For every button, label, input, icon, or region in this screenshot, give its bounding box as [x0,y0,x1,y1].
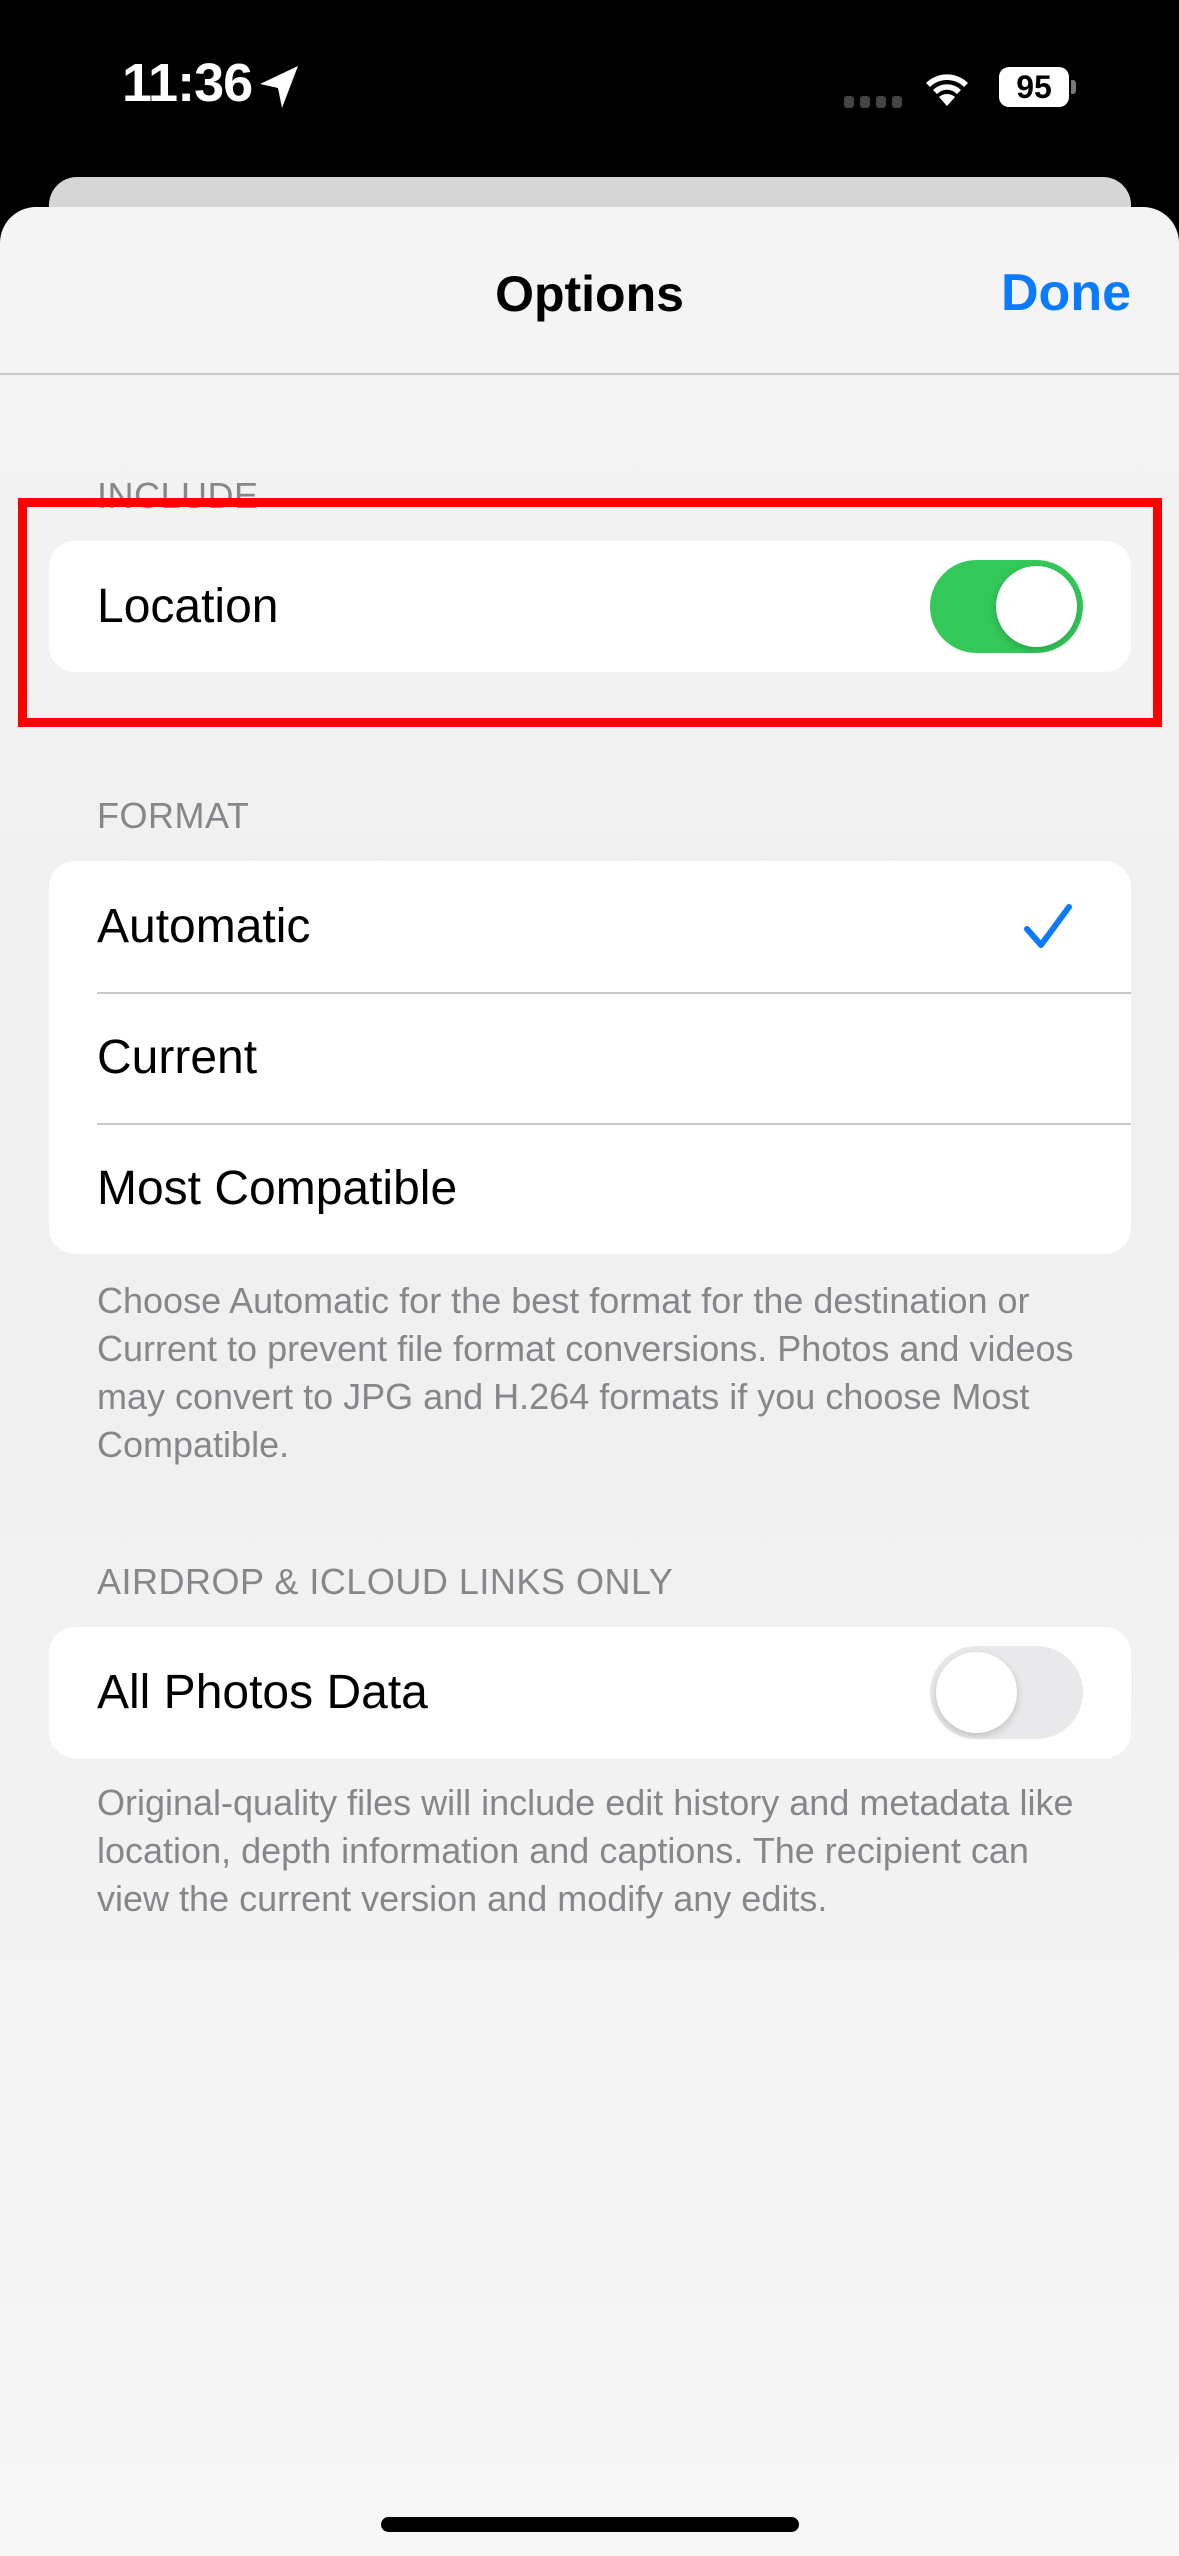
format-option-automatic[interactable]: Automatic [49,861,1131,992]
section-header-airdrop: AIRDROP & ICLOUD LINKS ONLY [97,1561,674,1602]
format-option-label: Automatic [97,900,311,953]
location-row[interactable]: Location [49,541,1131,672]
navigation-bar: Options Done [0,207,1179,375]
status-time: 11:36 [122,53,253,113]
location-label: Location [97,580,279,633]
section-header-format: FORMAT [97,795,250,836]
battery-tip [1071,80,1076,94]
checkmark-icon [1024,903,1072,948]
done-button[interactable]: Done [1001,263,1131,323]
airdrop-footer-text: Original-quality files will include edit… [97,1782,1074,1919]
toggle-knob [936,1652,1017,1733]
location-arrow-icon [260,66,298,108]
format-option-label: Current [97,1031,258,1084]
toggle-knob [996,566,1077,647]
airdrop-group: All Photos Data [49,1627,1131,1758]
home-indicator[interactable] [381,2517,799,2532]
all-photos-data-toggle[interactable] [930,1646,1083,1739]
format-option-most-compatible[interactable]: Most Compatible [49,1123,1131,1254]
status-bar: 11:36 95 [0,0,1179,170]
format-option-label: Most Compatible [97,1162,458,1215]
all-photos-data-label: All Photos Data [97,1666,428,1719]
all-photos-data-row[interactable]: All Photos Data [49,1627,1131,1758]
section-header-include: INCLUDE [97,475,259,516]
cellular-signal-icon [844,96,902,108]
format-group: Automatic Current Most Compatible [49,861,1131,1254]
include-group: Location [49,541,1131,672]
options-sheet: Options Done INCLUDE Location FORMAT Aut… [0,207,1179,2556]
format-footer-text: Choose Automatic for the best format for… [97,1280,1074,1465]
location-toggle[interactable] [930,560,1083,653]
wifi-icon [926,74,968,106]
format-option-current[interactable]: Current [49,992,1131,1123]
battery-indicator: 95 [999,67,1069,107]
